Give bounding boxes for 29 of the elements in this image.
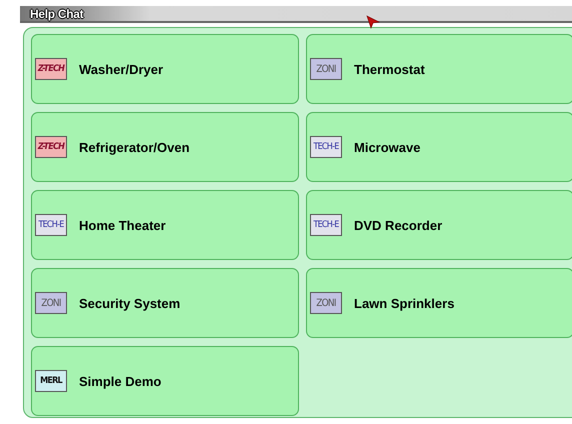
brand-logo: TECH-E <box>35 214 67 236</box>
device-button[interactable]: Z-TECH Refrigerator/Oven <box>31 112 299 182</box>
device-label: Simple Demo <box>79 374 162 388</box>
device-button[interactable]: TECH-E Microwave <box>306 112 572 182</box>
device-label: DVD Recorder <box>354 218 442 232</box>
brand-logo: MERL <box>35 370 67 392</box>
brand-logo: Z-TECH <box>35 136 67 158</box>
device-label: Washer/Dryer <box>79 62 164 76</box>
device-button[interactable]: ZONI Lawn Sprinklers <box>306 268 572 338</box>
device-label: Lawn Sprinklers <box>354 296 454 310</box>
window-title: Help Chat <box>30 6 84 20</box>
brand-logo: TECH-E <box>310 214 342 236</box>
device-button[interactable]: MERL Simple Demo <box>31 346 299 416</box>
cursor-icon <box>366 15 380 29</box>
brand-logo: Z-TECH <box>35 58 67 80</box>
brand-logo: TECH-E <box>310 136 342 158</box>
device-button[interactable]: TECH-E Home Theater <box>31 190 299 260</box>
brand-logo: ZONI <box>35 292 67 314</box>
device-button[interactable]: TECH-E DVD Recorder <box>306 190 572 260</box>
device-label: Refrigerator/Oven <box>79 140 190 154</box>
brand-logo: ZONI <box>310 58 342 80</box>
device-button[interactable]: ZONI Security System <box>31 268 299 338</box>
device-label: Microwave <box>354 140 420 154</box>
device-button[interactable]: ZONI Thermostat <box>306 34 572 104</box>
brand-logo: ZONI <box>310 292 342 314</box>
device-button[interactable]: Z-TECH Washer/Dryer <box>31 34 299 104</box>
device-label: Thermostat <box>354 62 425 76</box>
device-label: Home Theater <box>79 218 166 232</box>
device-label: Security System <box>79 296 180 310</box>
